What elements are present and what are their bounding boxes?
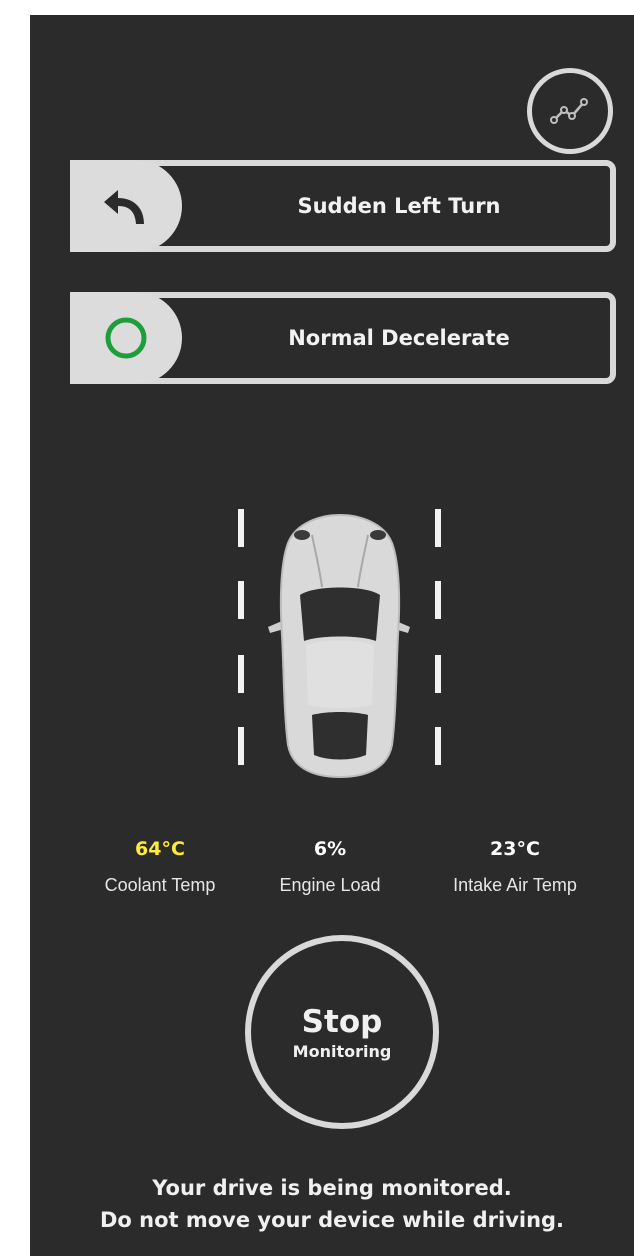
app-screen: Sudden Left Turn Normal Decelerate 64°C …	[30, 15, 634, 1256]
intake-air-temp-value: 23°C	[490, 838, 540, 860]
coolant-temp-label: Coolant Temp	[104, 875, 216, 895]
left-turn-arrow-icon	[104, 190, 144, 224]
car-icon	[268, 513, 410, 779]
line-chart-icon	[550, 98, 588, 124]
engine-load-label: Engine Load	[279, 875, 381, 895]
stop-button-sub-label: Monitoring	[292, 1041, 392, 1061]
event-label: Sudden Left Turn	[297, 194, 501, 218]
event-icon-pill	[70, 160, 182, 252]
stat-intake-air-temp: 23°C Intake Air Temp	[425, 835, 605, 896]
chart-button[interactable]	[527, 68, 613, 154]
left-lane-markings	[238, 509, 244, 765]
stop-button-main-label: Stop	[301, 1003, 383, 1040]
event-label: Normal Decelerate	[288, 326, 510, 350]
monitoring-message: Your drive is being monitored. Do not mo…	[30, 1172, 634, 1236]
coolant-temp-value: 64°C	[135, 838, 185, 860]
stat-engine-load: 6% Engine Load	[260, 835, 400, 896]
stat-coolant-temp: 64°C Coolant Temp	[75, 835, 245, 896]
intake-air-temp-label: Intake Air Temp	[453, 875, 577, 895]
engine-load-value: 6%	[313, 838, 347, 860]
event-card-normal-decelerate[interactable]: Normal Decelerate	[70, 292, 616, 384]
monitoring-message-line2: Do not move your device while driving.	[99, 1208, 565, 1232]
event-card-sudden-left-turn[interactable]: Sudden Left Turn	[70, 160, 616, 252]
stop-monitoring-button[interactable]: Stop Monitoring	[245, 935, 439, 1129]
green-ring-icon	[105, 317, 147, 359]
event-icon-pill	[70, 292, 182, 384]
monitoring-message-line1: Your drive is being monitored.	[152, 1176, 512, 1200]
right-lane-markings	[435, 509, 441, 765]
